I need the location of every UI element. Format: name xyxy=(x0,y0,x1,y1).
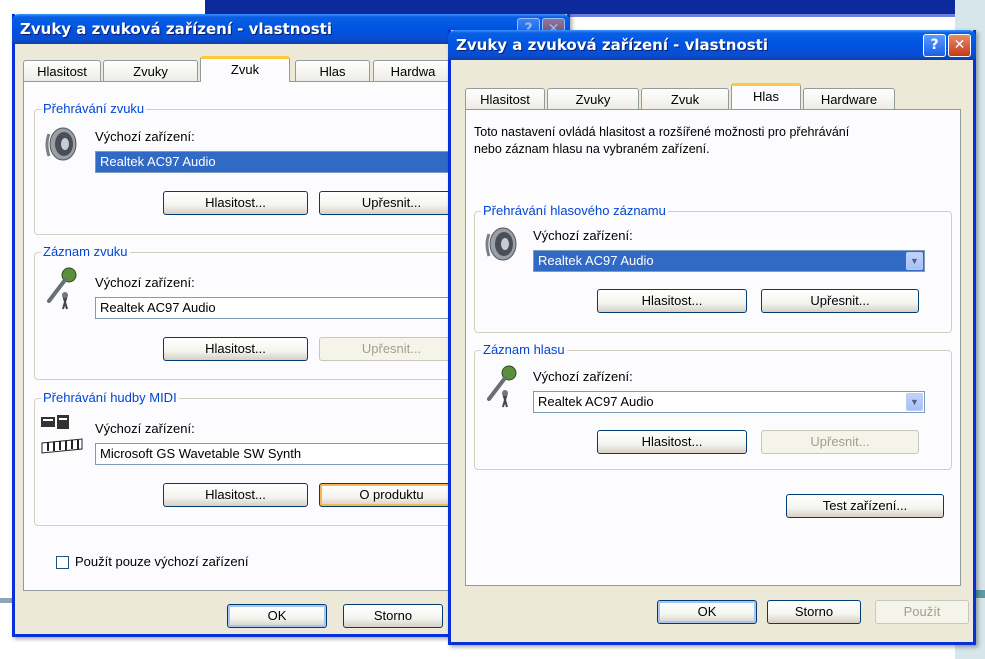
right-window-title: Zvuky a zvuková zařízení - vlastnosti xyxy=(456,36,768,54)
playback-device-value: Realtek AC97 Audio xyxy=(100,154,216,169)
microphone-icon xyxy=(487,365,517,408)
voice-playback-default-label: Výchozí zařízení: xyxy=(533,228,633,243)
left-window-title: Zvuky a zvuková zařízení - vlastnosti xyxy=(20,20,332,38)
tab-hardware[interactable]: Hardwa xyxy=(373,60,453,82)
midi-about-button[interactable]: O produktu xyxy=(319,483,464,507)
voice-recording-device-select[interactable]: Realtek AC97 Audio ▼ xyxy=(533,391,925,413)
voice-recording-default-label: Výchozí zařízení: xyxy=(533,369,633,384)
tab-hlasitost[interactable]: Hlasitost xyxy=(23,60,101,82)
use-only-default-checkbox[interactable] xyxy=(56,556,69,569)
voice-recording-group: Záznam hlasu Výchozí zařízení: Realtek A… xyxy=(474,342,952,470)
midi-keyboard-icon xyxy=(41,415,83,454)
description-line-1: Toto nastavení ovládá hlasitost a rozšíř… xyxy=(474,125,850,139)
tab-hlasitost[interactable]: Hlasitost xyxy=(465,88,545,110)
right-apply-button[interactable]: Použít xyxy=(875,600,969,624)
description-text: Toto nastavení ovládá hlasitost a rozšíř… xyxy=(474,124,849,158)
playback-advanced-button[interactable]: Upřesnit... xyxy=(319,191,464,215)
midi-group-title: Přehrávání hudby MIDI xyxy=(41,390,179,406)
voice-playback-device-select[interactable]: Realtek AC97 Audio ▼ xyxy=(533,250,925,272)
right-cancel-button[interactable]: Storno xyxy=(767,600,861,624)
left-cancel-button[interactable]: Storno xyxy=(343,604,443,628)
midi-volume-button[interactable]: Hlasitost... xyxy=(163,483,308,507)
speaker-icon xyxy=(485,227,517,261)
recording-volume-button[interactable]: Hlasitost... xyxy=(163,337,308,361)
tab-hardware[interactable]: Hardware xyxy=(803,88,895,110)
voice-playback-volume-button[interactable]: Hlasitost... xyxy=(597,289,747,313)
close-button[interactable]: ✕ xyxy=(948,34,971,57)
voice-playback-device-value: Realtek AC97 Audio xyxy=(538,253,654,268)
playback-group-title: Přehrávání zvuku xyxy=(41,101,147,117)
test-device-button[interactable]: Test zařízení... xyxy=(786,494,944,518)
right-ok-button[interactable]: OK xyxy=(657,600,757,624)
playback-default-label: Výchozí zařízení: xyxy=(95,129,195,144)
voice-playback-group: Přehrávání hlasového záznamu Výchozí zař… xyxy=(474,203,952,333)
help-button[interactable]: ? xyxy=(923,34,946,57)
tab-zvuk[interactable]: Zvuk xyxy=(641,88,729,110)
voice-recording-advanced-button[interactable]: Upřesnit... xyxy=(761,430,919,454)
midi-default-label: Výchozí zařízení: xyxy=(95,421,195,436)
tab-zvuky[interactable]: Zvuky xyxy=(103,60,198,82)
voice-recording-device-value: Realtek AC97 Audio xyxy=(538,394,654,409)
voice-playback-advanced-button[interactable]: Upřesnit... xyxy=(761,289,919,313)
description-line-2: nebo záznam hlasu na vybraném zařízení. xyxy=(474,142,710,156)
use-only-default-label: Použít pouze výchozí zařízení xyxy=(75,554,249,569)
recording-default-label: Výchozí zařízení: xyxy=(95,275,195,290)
voice-playback-group-title: Přehrávání hlasového záznamu xyxy=(481,203,668,219)
right-properties-window: Zvuky a zvuková zařízení - vlastnosti ? … xyxy=(448,30,976,645)
right-window-titlebar[interactable]: Zvuky a zvuková zařízení - vlastnosti ? … xyxy=(448,30,976,60)
chevron-down-icon[interactable]: ▼ xyxy=(906,393,923,411)
tab-hlas[interactable]: Hlas xyxy=(295,60,370,82)
speaker-icon xyxy=(45,127,77,161)
tab-zvuk[interactable]: Zvuk xyxy=(200,56,290,82)
recording-device-value: Realtek AC97 Audio xyxy=(100,300,216,315)
chevron-down-icon[interactable]: ▼ xyxy=(906,252,923,270)
midi-device-value: Microsoft GS Wavetable SW Synth xyxy=(100,446,302,461)
recording-group-title: Záznam zvuku xyxy=(41,244,130,260)
playback-volume-button[interactable]: Hlasitost... xyxy=(163,191,308,215)
microphone-icon xyxy=(47,267,77,310)
right-tab-page: Toto nastavení ovládá hlasitost a rozšíř… xyxy=(465,109,961,586)
voice-recording-group-title: Záznam hlasu xyxy=(481,342,567,358)
left-ok-button[interactable]: OK xyxy=(227,604,327,628)
recording-advanced-button[interactable]: Upřesnit... xyxy=(319,337,464,361)
voice-recording-volume-button[interactable]: Hlasitost... xyxy=(597,430,747,454)
tab-zvuky[interactable]: Zvuky xyxy=(547,88,639,110)
tab-hlas[interactable]: Hlas xyxy=(731,83,801,109)
